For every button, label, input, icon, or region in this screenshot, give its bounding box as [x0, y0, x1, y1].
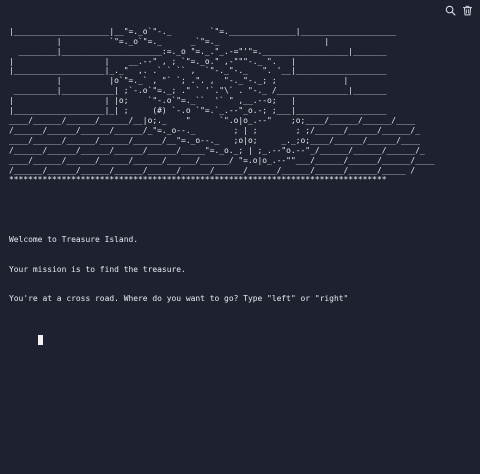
console-input-line[interactable] [9, 325, 434, 345]
search-button[interactable] [444, 4, 457, 17]
treasure-island-ascii-art: |____________________|__"=._o`"-._ `"=._… [9, 26, 435, 185]
clear-console-button[interactable] [461, 4, 474, 17]
console-toolbar [444, 4, 474, 17]
mission-message: Your mission is to find the treasure. [9, 264, 186, 274]
trash-icon [462, 5, 473, 16]
console-window: |____________________|__"=._o`"-._ `"=._… [0, 0, 480, 474]
crossroad-prompt: You're at a cross road. Where do you wan… [9, 294, 349, 304]
console-output: |____________________|__"=._o`"-._ `"=._… [9, 7, 434, 355]
welcome-message: Welcome to Treasure Island. [9, 234, 139, 244]
text-cursor[interactable] [37, 334, 43, 345]
search-icon [445, 5, 456, 16]
